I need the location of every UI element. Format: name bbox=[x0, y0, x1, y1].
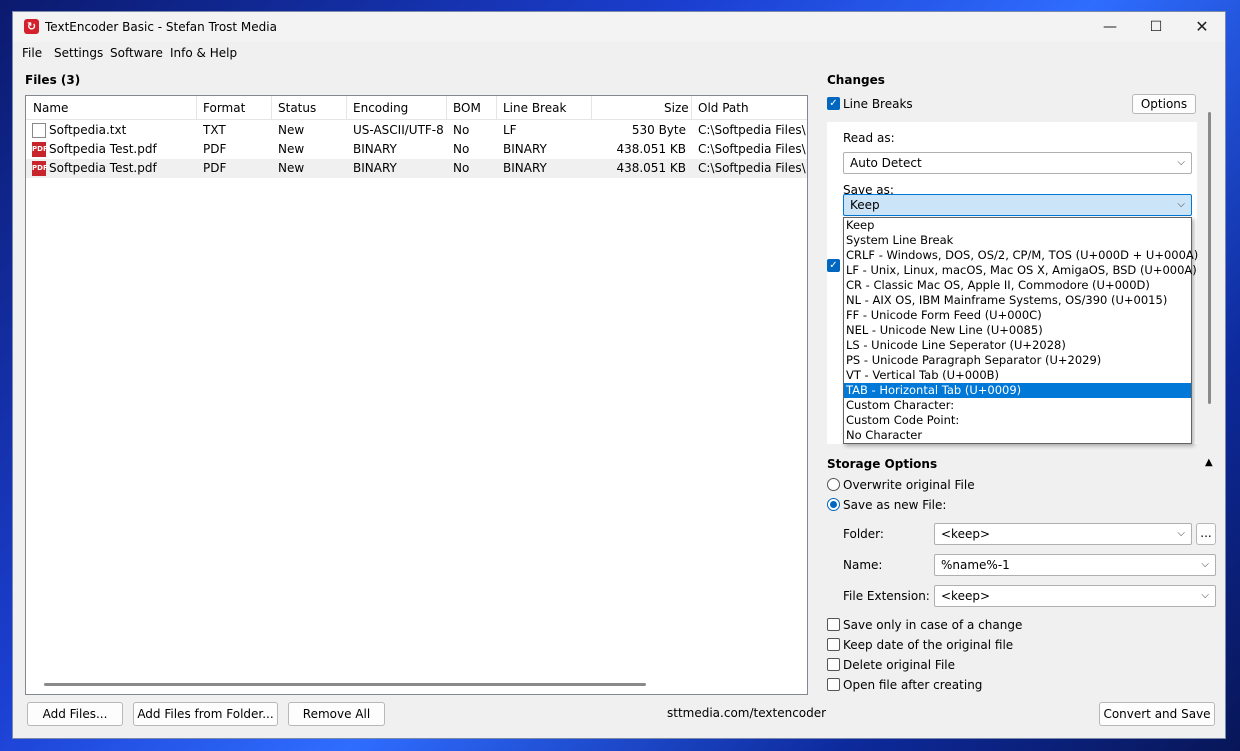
overwrite-radio[interactable] bbox=[827, 478, 840, 491]
table-row[interactable]: PDF Softpedia Test.pdf PDF New BINARY No… bbox=[26, 159, 807, 178]
chevron-down-icon: ⌵ bbox=[1201, 590, 1209, 601]
table-row[interactable]: Softpedia.txt TXT New US-ASCII/UTF-8 No … bbox=[26, 121, 807, 140]
title-bar[interactable]: ↻ TextEncoder Basic - Stefan Trost Media… bbox=[13, 12, 1225, 42]
open-after-creating-label: Open file after creating bbox=[843, 678, 983, 692]
line-breaks-label: Line Breaks bbox=[843, 97, 913, 111]
col-old-path[interactable]: Old Path bbox=[698, 101, 749, 115]
open-after-creating-checkbox[interactable] bbox=[827, 678, 840, 691]
file-list[interactable]: Name Format Status Encoding BOM Line Bre… bbox=[25, 95, 808, 695]
file-extension-label: File Extension: bbox=[843, 589, 930, 603]
col-bom[interactable]: BOM bbox=[453, 101, 481, 115]
pdf-file-icon: PDF bbox=[32, 161, 48, 176]
read-as-label: Read as: bbox=[843, 131, 895, 145]
save-new-label: Save as new File: bbox=[843, 498, 947, 512]
app-window: ↻ TextEncoder Basic - Stefan Trost Media… bbox=[12, 11, 1226, 739]
delete-original-checkbox[interactable] bbox=[827, 658, 840, 671]
vertical-scrollbar[interactable] bbox=[1208, 112, 1211, 404]
text-file-icon bbox=[32, 123, 46, 138]
add-files-button[interactable]: Add Files... bbox=[27, 702, 123, 726]
window-title: TextEncoder Basic - Stefan Trost Media bbox=[45, 20, 277, 34]
dropdown-option[interactable]: No Character bbox=[844, 428, 1191, 443]
encoding-checkbox[interactable]: ✓ bbox=[827, 259, 840, 272]
folder-select[interactable]: <keep> ⌵ bbox=[934, 523, 1192, 545]
chevron-down-icon: ⌵ bbox=[1177, 528, 1185, 539]
pdf-file-icon: PDF bbox=[32, 142, 48, 157]
maximize-icon[interactable]: ☐ bbox=[1133, 12, 1179, 42]
name-select[interactable]: %name%-1 ⌵ bbox=[934, 554, 1216, 576]
minimize-icon[interactable]: — bbox=[1087, 12, 1133, 42]
dropdown-option[interactable]: System Line Break bbox=[844, 233, 1191, 248]
horizontal-scrollbar[interactable] bbox=[44, 683, 646, 686]
save-only-on-change-label: Save only in case of a change bbox=[843, 618, 1023, 632]
menu-file[interactable]: File bbox=[22, 46, 42, 60]
chevron-down-icon: ⌵ bbox=[1177, 157, 1185, 168]
options-button[interactable]: Options bbox=[1132, 94, 1196, 114]
browse-folder-button[interactable]: ... bbox=[1196, 523, 1216, 545]
remove-all-button[interactable]: Remove All bbox=[288, 702, 385, 726]
dropdown-option[interactable]: Custom Character: bbox=[844, 398, 1191, 413]
keep-date-checkbox[interactable] bbox=[827, 638, 840, 651]
col-line-break[interactable]: Line Break bbox=[503, 101, 566, 115]
keep-date-label: Keep date of the original file bbox=[843, 638, 1014, 652]
close-icon[interactable]: ✕ bbox=[1179, 12, 1225, 42]
name-label: Name: bbox=[843, 558, 883, 572]
dropdown-option[interactable]: VT - Vertical Tab (U+000B) bbox=[844, 368, 1191, 383]
list-header: Name Format Status Encoding BOM Line Bre… bbox=[26, 96, 807, 120]
dropdown-option[interactable]: PS - Unicode Paragraph Separator (U+2029… bbox=[844, 353, 1191, 368]
dropdown-option[interactable]: NL - AIX OS, IBM Mainframe Systems, OS/3… bbox=[844, 293, 1191, 308]
collapse-arrow-icon[interactable]: ▲ bbox=[1205, 457, 1213, 468]
dropdown-option-selected[interactable]: TAB - Horizontal Tab (U+0009) bbox=[844, 383, 1191, 398]
chevron-down-icon: ⌵ bbox=[1177, 199, 1185, 210]
col-status[interactable]: Status bbox=[278, 101, 316, 115]
folder-label: Folder: bbox=[843, 527, 884, 541]
file-extension-select[interactable]: <keep> ⌵ bbox=[934, 585, 1216, 607]
dropdown-option[interactable]: CR - Classic Mac OS, Apple II, Commodore… bbox=[844, 278, 1191, 293]
dropdown-option[interactable]: Custom Code Point: bbox=[844, 413, 1191, 428]
chevron-down-icon: ⌵ bbox=[1201, 559, 1209, 570]
col-size[interactable]: Size bbox=[664, 101, 689, 115]
overwrite-label: Overwrite original File bbox=[843, 478, 975, 492]
files-title: Files (3) bbox=[25, 73, 81, 87]
website-link[interactable]: sttmedia.com/textencoder bbox=[667, 706, 826, 720]
dropdown-option[interactable]: LF - Unix, Linux, macOS, Mac OS X, Amiga… bbox=[844, 263, 1197, 278]
add-files-from-folder-button[interactable]: Add Files from Folder... bbox=[133, 702, 278, 726]
read-as-select[interactable]: Auto Detect ⌵ bbox=[843, 152, 1192, 174]
dropdown-option[interactable]: LS - Unicode Line Seperator (U+2028) bbox=[844, 338, 1191, 353]
dropdown-option[interactable]: Keep bbox=[844, 218, 1191, 233]
dropdown-option[interactable]: CRLF - Windows, DOS, OS/2, CP/M, TOS (U+… bbox=[844, 248, 1198, 263]
delete-original-label: Delete original File bbox=[843, 658, 955, 672]
changes-title: Changes bbox=[827, 73, 885, 87]
table-row[interactable]: PDF Softpedia Test.pdf PDF New BINARY No… bbox=[26, 140, 807, 159]
app-logo-icon: ↻ bbox=[24, 19, 39, 34]
col-format[interactable]: Format bbox=[203, 101, 245, 115]
menu-software[interactable]: Software bbox=[110, 46, 163, 60]
save-only-on-change-checkbox[interactable] bbox=[827, 618, 840, 631]
menu-bar: File Settings Software Info & Help bbox=[13, 42, 1225, 64]
dropdown-option[interactable]: NEL - Unicode New Line (U+0085) bbox=[844, 323, 1191, 338]
storage-options-title: Storage Options bbox=[827, 457, 938, 471]
save-as-dropdown-list[interactable]: Keep System Line Break CRLF - Windows, D… bbox=[843, 217, 1198, 444]
line-breaks-checkbox[interactable]: ✓ bbox=[827, 97, 840, 110]
menu-info-help[interactable]: Info & Help bbox=[170, 46, 237, 60]
col-encoding[interactable]: Encoding bbox=[353, 101, 408, 115]
save-as-select[interactable]: Keep ⌵ bbox=[843, 194, 1192, 216]
menu-settings[interactable]: Settings bbox=[54, 46, 103, 60]
dropdown-option[interactable]: FF - Unicode Form Feed (U+000C) bbox=[844, 308, 1191, 323]
col-name[interactable]: Name bbox=[33, 101, 68, 115]
convert-and-save-button[interactable]: Convert and Save bbox=[1099, 702, 1215, 726]
save-new-radio[interactable] bbox=[827, 498, 840, 511]
